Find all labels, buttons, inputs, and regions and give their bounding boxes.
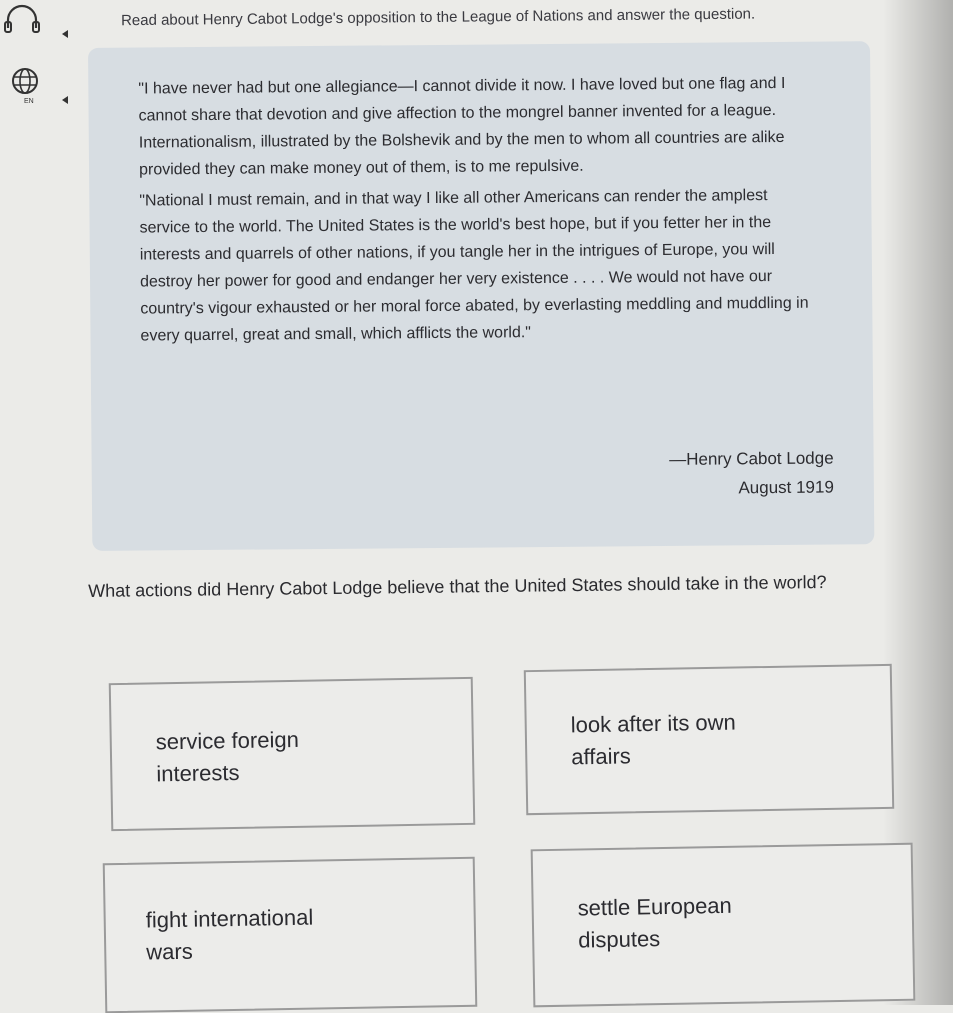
answer-choice-3[interactable]: fight international wars: [102, 856, 478, 1013]
answer-choice-label: look after its own affairs: [570, 709, 736, 770]
passage-text: "I have never had but one allegiance—I c…: [138, 70, 820, 354]
globe-icon: [12, 68, 38, 94]
passage-author: —Henry Cabot Lodge: [669, 448, 834, 469]
answer-choice-label: settle European disputes: [577, 892, 732, 953]
caret-icon: [62, 96, 68, 104]
headphones-button[interactable]: [2, 2, 72, 42]
passage-paragraph-2: "National I must remain, and in that way…: [139, 187, 809, 345]
caret-icon: [62, 30, 68, 38]
question-text: What actions did Henry Cabot Lodge belie…: [88, 571, 827, 601]
answer-choice-4[interactable]: settle European disputes: [530, 842, 916, 1008]
answer-choice-label: fight international wars: [145, 904, 314, 965]
answer-choice-label: service foreign interests: [155, 726, 300, 787]
answer-choice-1[interactable]: service foreign interests: [108, 676, 476, 832]
instructions: Read about Henry Cabot Lodge's oppositio…: [120, 5, 756, 30]
passage-card: "I have never had but one allegiance—I c…: [88, 41, 875, 551]
answer-choice-2[interactable]: look after its own affairs: [523, 663, 895, 816]
passage-paragraph-1: "I have never had but one allegiance—I c…: [138, 74, 786, 179]
language-button[interactable]: EN: [8, 66, 78, 112]
headphones-icon: [4, 4, 40, 33]
language-code: EN: [24, 98, 34, 105]
passage-attribution: —Henry Cabot Lodge August 1919: [669, 444, 834, 503]
passage-date: August 1919: [738, 477, 834, 498]
